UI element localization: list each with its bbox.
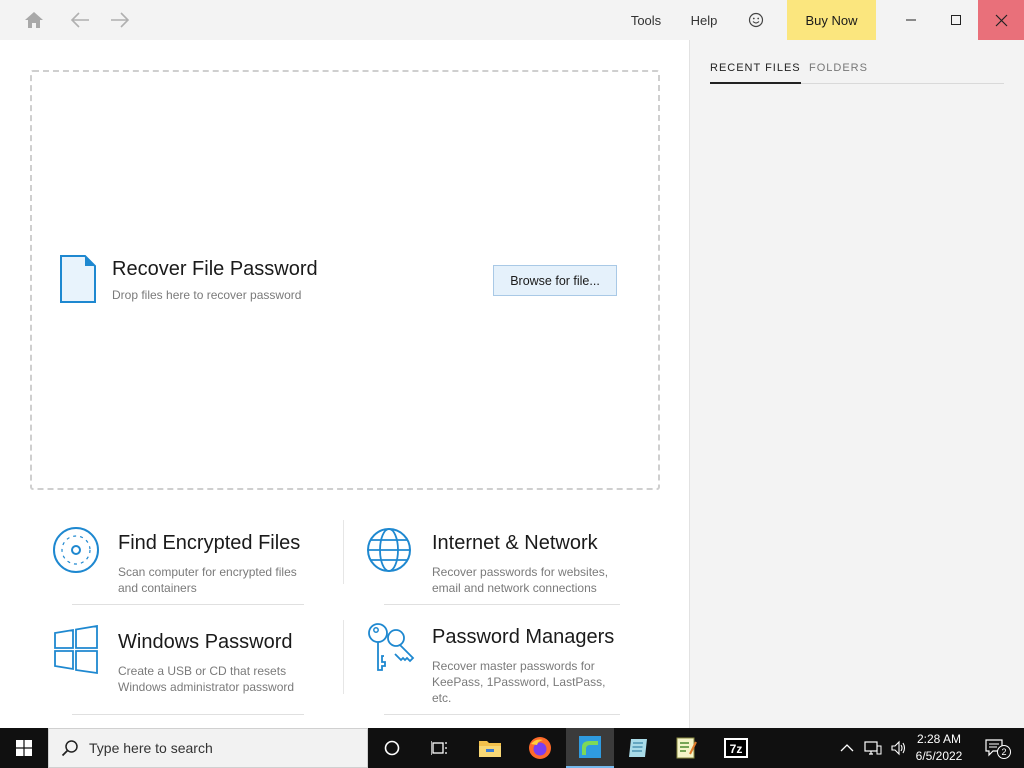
windows-start-icon xyxy=(16,740,32,756)
passper-app-icon xyxy=(579,736,601,758)
tile-description: Create a USB or CD that resets Windows a… xyxy=(118,664,295,694)
divider xyxy=(72,604,304,605)
volume-icon[interactable] xyxy=(890,740,908,756)
help-menu[interactable]: Help xyxy=(684,0,724,40)
maximize-icon xyxy=(951,15,961,25)
tile-title: Internet & Network xyxy=(432,532,598,554)
side-panel: RECENT FILES FOLDERS xyxy=(689,40,1024,728)
search-icon xyxy=(61,740,78,757)
tile-title: Windows Password xyxy=(118,631,293,653)
title-bar: Tools Help Buy Now xyxy=(0,0,1024,40)
task-view-icon xyxy=(431,741,447,755)
feedback-button[interactable] xyxy=(740,0,772,40)
svg-text:7z: 7z xyxy=(730,742,743,756)
passper-app-taskbar-button[interactable] xyxy=(566,728,614,768)
tile-description: Recover passwords for websites, email an… xyxy=(432,565,609,595)
taskbar-search-box[interactable]: Type here to search xyxy=(48,728,368,768)
notepad-app-icon xyxy=(629,739,647,757)
7zip-taskbar-button[interactable]: 7z xyxy=(712,728,760,768)
disc-icon xyxy=(53,527,99,573)
vertical-divider xyxy=(343,620,344,694)
arrow-right-icon xyxy=(111,12,130,28)
recover-file-title: Recover File Password xyxy=(112,258,318,280)
side-panel-tabs: RECENT FILES FOLDERS xyxy=(710,62,1004,84)
divider xyxy=(384,604,620,605)
search-placeholder: Type here to search xyxy=(89,740,213,756)
minimize-icon xyxy=(906,19,916,21)
keys-icon xyxy=(368,623,415,671)
maximize-button[interactable] xyxy=(934,0,978,40)
chevron-up-icon[interactable] xyxy=(840,743,854,753)
notepad-taskbar-button[interactable] xyxy=(614,728,662,768)
tab-recent-files[interactable]: RECENT FILES xyxy=(710,62,801,84)
cortana-icon xyxy=(384,740,400,756)
tools-menu[interactable]: Tools xyxy=(624,0,668,40)
home-icon xyxy=(25,12,43,28)
file-explorer-icon xyxy=(479,741,501,757)
tile-title: Password Managers xyxy=(432,626,615,648)
firefox-taskbar-button[interactable] xyxy=(516,728,564,768)
smiley-icon xyxy=(748,12,764,28)
internet-network-tile[interactable]: Internet & Network Recover passwords for… xyxy=(366,526,636,602)
cortana-button[interactable] xyxy=(376,728,408,768)
start-button[interactable] xyxy=(0,728,48,768)
clock-date: 6/5/2022 xyxy=(915,749,963,763)
back-button[interactable] xyxy=(64,0,96,40)
close-button[interactable] xyxy=(978,0,1024,40)
divider xyxy=(72,714,304,715)
action-center-button[interactable]: 2 xyxy=(975,728,1015,768)
arrow-left-icon xyxy=(70,12,89,28)
file-explorer-taskbar-button[interactable] xyxy=(466,728,514,768)
editor-taskbar-button[interactable] xyxy=(662,728,710,768)
windows-logo-icon xyxy=(54,625,98,675)
globe-icon xyxy=(367,528,411,572)
recover-file-subtitle: Drop files here to recover password xyxy=(112,288,302,302)
find-encrypted-files-tile[interactable]: Find Encrypted Files Scan computer for e… xyxy=(52,526,322,602)
tile-title: Find Encrypted Files xyxy=(118,532,301,554)
tile-description: Recover master passwords for KeePass, 1P… xyxy=(432,659,606,705)
windows-password-tile[interactable]: Windows Password Create a USB or CD that… xyxy=(52,625,322,705)
password-managers-tile[interactable]: Password Managers Recover master passwor… xyxy=(366,620,636,710)
home-button[interactable] xyxy=(18,0,50,40)
taskbar-clock[interactable]: 2:28 AM 6/5/2022 xyxy=(910,728,968,768)
buy-now-button[interactable]: Buy Now xyxy=(787,0,876,40)
divider xyxy=(384,714,620,715)
clock-time: 2:28 AM xyxy=(916,732,962,746)
taskbar: Type here to search 7z 2:28 AM 6/5/2022 … xyxy=(0,728,1024,768)
task-view-button[interactable] xyxy=(424,728,456,768)
forward-button[interactable] xyxy=(104,0,136,40)
close-icon xyxy=(995,14,1007,26)
tile-description: Scan computer for encrypted files and co… xyxy=(118,565,297,595)
minimize-button[interactable] xyxy=(888,0,934,40)
notification-count-badge: 2 xyxy=(997,745,1011,759)
tab-folders[interactable]: FOLDERS xyxy=(809,62,868,84)
file-drop-zone[interactable]: Recover File Password Drop files here to… xyxy=(30,70,660,490)
system-tray[interactable] xyxy=(834,728,914,768)
network-icon[interactable] xyxy=(864,740,882,756)
browse-file-button[interactable]: Browse for file... xyxy=(493,265,617,296)
file-icon xyxy=(60,255,96,303)
7zip-icon: 7z xyxy=(724,738,748,758)
firefox-icon xyxy=(529,737,551,759)
vertical-divider xyxy=(343,520,344,584)
editor-app-icon xyxy=(676,737,697,759)
